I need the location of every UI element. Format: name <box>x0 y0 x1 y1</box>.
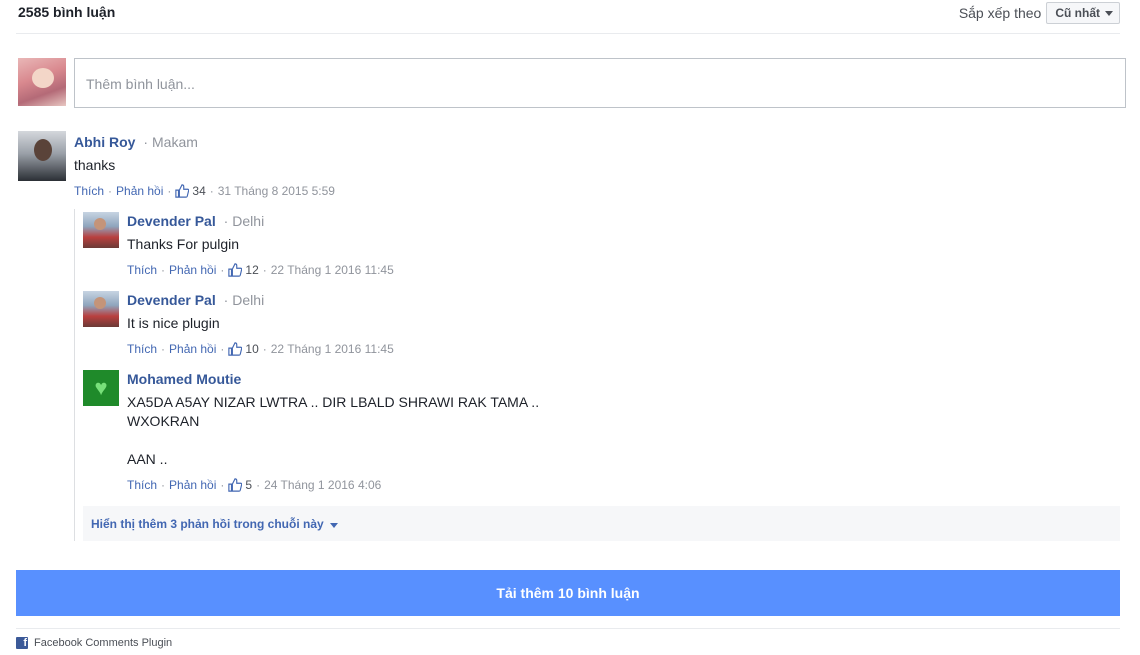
reply-link[interactable]: Phản hồi <box>116 184 163 198</box>
sort-label: Sắp xếp theo <box>958 5 1042 21</box>
show-more-replies-button[interactable]: Hiển thị thêm 3 phản hồi trong chuỗi này <box>83 506 1120 541</box>
like-count: 5 <box>245 478 253 492</box>
thumbs-up-icon <box>175 184 190 198</box>
like-link[interactable]: Thích <box>127 478 157 492</box>
reply-text: It is nice plugin <box>127 315 220 331</box>
sort-control: Sắp xếp theo Cũ nhất <box>959 1 1120 25</box>
header-divider <box>16 33 1120 34</box>
sort-dropdown[interactable]: Cũ nhất <box>1046 2 1120 24</box>
reply-actions: Thích · Phản hồi · 10 · 22 Tháng 1 2016 … <box>127 342 394 356</box>
author-name[interactable]: Devender Pal <box>127 213 216 229</box>
author-location: · Delhi <box>223 213 265 229</box>
sort-value: Cũ nhất <box>1055 6 1100 20</box>
reply-author[interactable]: Devender Pal · Delhi <box>127 213 264 229</box>
reply-actions: Thích · Phản hồi · 12 · 22 Tháng 1 2016 … <box>127 263 394 277</box>
chevron-down-icon <box>1105 10 1113 16</box>
plugin-link[interactable]: Facebook Comments Plugin <box>34 637 172 649</box>
like-link[interactable]: Thích <box>127 342 157 356</box>
footer: f Facebook Comments Plugin <box>16 637 172 649</box>
comment-count: 2585 bình luận <box>18 4 116 20</box>
show-more-replies-label: Hiển thị thêm 3 phản hồi trong chuỗi này <box>91 517 324 531</box>
timestamp[interactable]: 24 Tháng 1 2016 4:06 <box>264 478 381 492</box>
thread-line <box>74 209 75 541</box>
like-link[interactable]: Thích <box>74 184 104 198</box>
add-comment-input[interactable]: Thêm bình luận... <box>74 58 1126 108</box>
reply-link[interactable]: Phản hồi <box>169 263 216 277</box>
chevron-down-icon <box>330 523 339 528</box>
comment-actions: Thích · Phản hồi · 34 · 31 Tháng 8 2015 … <box>74 184 335 198</box>
timestamp[interactable]: 22 Tháng 1 2016 11:45 <box>271 263 394 277</box>
avatar[interactable] <box>83 291 119 327</box>
reply-text: XA5DA A5AY NIZAR LWTRA .. DIR LBALD SHRA… <box>127 394 540 467</box>
reply-author[interactable]: Devender Pal · Delhi <box>127 292 264 308</box>
comment-author[interactable]: Abhi Roy · Makam <box>74 134 198 150</box>
avatar[interactable]: ♥ <box>83 370 119 406</box>
facebook-icon: f <box>16 637 28 649</box>
timestamp[interactable]: 22 Tháng 1 2016 11:45 <box>271 342 394 356</box>
like-count: 34 <box>192 184 206 198</box>
reply-text: Thanks For pulgin <box>127 236 240 252</box>
author-location: · Makam <box>143 134 198 150</box>
comments-header: 2585 bình luận Sắp xếp theo Cũ nhất <box>18 0 1120 33</box>
footer-divider <box>16 628 1120 629</box>
avatar[interactable] <box>83 212 119 248</box>
like-link[interactable]: Thích <box>127 263 157 277</box>
thumbs-up-icon <box>228 478 243 492</box>
reply-link[interactable]: Phản hồi <box>169 478 216 492</box>
timestamp[interactable]: 31 Tháng 8 2015 5:59 <box>218 184 335 198</box>
thumbs-up-icon <box>228 263 243 277</box>
reply-actions: Thích · Phản hồi · 5 · 24 Tháng 1 2016 4… <box>127 478 382 492</box>
author-location: · Delhi <box>223 292 265 308</box>
load-more-comments-button[interactable]: Tải thêm 10 bình luận <box>16 570 1120 616</box>
reply-author[interactable]: Mohamed Moutie <box>127 371 241 387</box>
like-count: 12 <box>245 263 259 277</box>
author-name[interactable]: Mohamed Moutie <box>127 371 241 387</box>
author-name[interactable]: Devender Pal <box>127 292 216 308</box>
like-count: 10 <box>245 342 259 356</box>
thumbs-up-icon <box>228 342 243 356</box>
heart-icon: ♥ <box>94 375 108 400</box>
author-name[interactable]: Abhi Roy <box>74 134 135 150</box>
avatar[interactable] <box>18 131 66 181</box>
comment-text: thanks <box>74 157 116 173</box>
reply-link[interactable]: Phản hồi <box>169 342 216 356</box>
current-user-avatar <box>18 58 66 106</box>
